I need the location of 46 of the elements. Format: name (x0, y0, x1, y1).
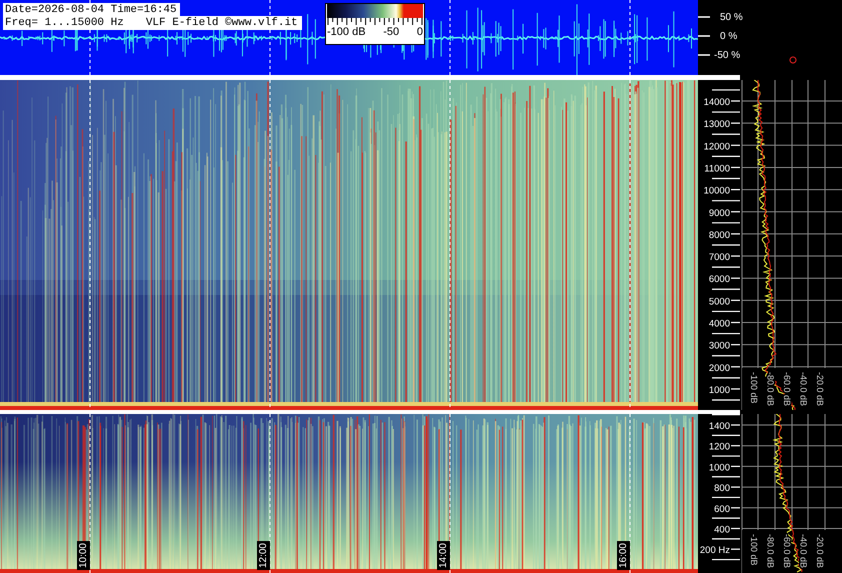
frequency-label: 2000 (708, 362, 730, 374)
decibel-label: -100 dB (749, 534, 759, 566)
frequency-label: 8000 (708, 230, 730, 241)
frequency-label: 1200 (708, 442, 730, 453)
time-label: 12:00 (257, 540, 270, 570)
frequency-label: 200 Hz (700, 545, 730, 556)
scale-label: 0 (416, 26, 423, 38)
axis-ticks-drawing (698, 16, 710, 56)
frequency-label: 1000 (708, 384, 730, 396)
frequency-label: 10000 (704, 186, 730, 197)
frequency-label: 1000 (708, 462, 730, 474)
frequency-label: 800 (714, 483, 730, 494)
scale-label: -100 dB (327, 26, 366, 38)
source-text: VLF E-field ©www.vlf.it (146, 17, 298, 29)
decibel-label: -40.0 dB (798, 372, 808, 406)
frequency-label: 11000 (704, 163, 730, 174)
decibel-label: -20.0 dB (815, 372, 825, 406)
scale-label: -50 (383, 26, 400, 38)
frequency-label: 600 (714, 504, 730, 515)
decibel-label: -60.0 dB (782, 372, 792, 406)
frequency-label: 400 (714, 524, 730, 536)
frequency-label: 6000 (708, 274, 730, 286)
amplitude-label: -50 % (714, 50, 740, 61)
circle-marker-icon (790, 56, 796, 64)
time-label: 14:00 (437, 540, 450, 570)
decibel-label: -60.0 dB (782, 534, 792, 568)
frequency-label: 13000 (704, 119, 730, 130)
frequency-label: 9000 (708, 208, 730, 219)
frequency-range-text: Freq= 1...15000 Hz (5, 17, 124, 29)
frequency-label: 4000 (708, 318, 730, 330)
time-label: 10:00 (77, 540, 90, 570)
frequency-label: 5000 (708, 296, 730, 308)
decibel-label: -40.0 dB (798, 534, 808, 568)
amplitude-label: 0 % (720, 31, 738, 42)
frequency-label: 14000 (704, 97, 730, 108)
decibel-label: -80.0 dB (766, 372, 776, 406)
frequency-label: 1400 (708, 421, 730, 432)
decibel-label: -20.0 dB (815, 534, 825, 568)
time-label: 16:00 (617, 540, 630, 570)
date-time-text: Date=2026-08-04 Time=16:45 (3, 3, 180, 16)
frequency-label: 7000 (708, 252, 730, 264)
frequency-label: 3000 (708, 340, 730, 352)
frequency-label: 12000 (704, 141, 730, 152)
decibel-label: -80.0 dB (766, 534, 776, 568)
decibel-label: -100 dB (749, 372, 759, 404)
amplitude-label: 50 % (720, 12, 743, 23)
